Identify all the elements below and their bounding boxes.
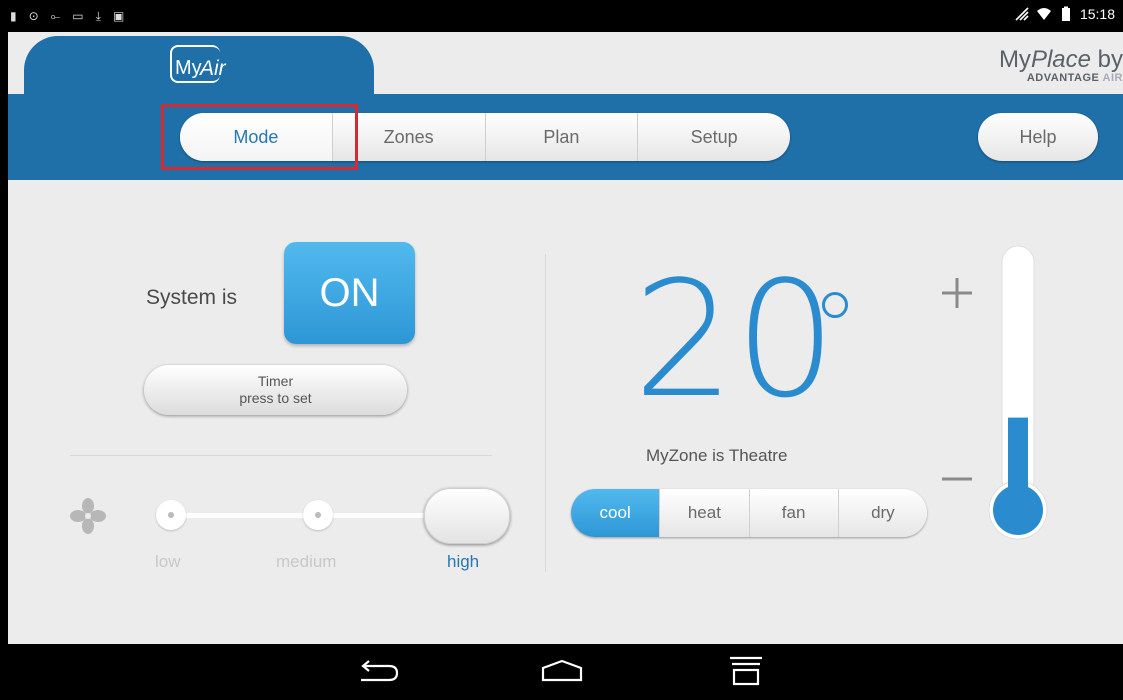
system-status-label: System is <box>146 286 238 309</box>
battery-icon <box>1061 6 1070 21</box>
degree-symbol <box>822 292 848 318</box>
notification-image-icon: ▣ <box>112 9 125 23</box>
power-button[interactable]: ON <box>284 242 415 344</box>
highlight-box <box>161 104 358 170</box>
timer-title: Timer <box>257 373 294 389</box>
thermometer-slider[interactable] <box>986 242 1050 542</box>
mode-cool[interactable]: cool <box>571 489 661 537</box>
system-nav-bar <box>0 644 1123 700</box>
zone-label: MyZone is Theatre <box>646 446 788 465</box>
tab-setup[interactable]: Setup <box>638 113 790 161</box>
divider <box>545 254 546 572</box>
wifi-icon <box>1036 8 1051 20</box>
status-bar: ▮ ⊙ ⟜ ▭ ⤓ ▣ 15:18 <box>0 0 1123 32</box>
notification-download-icon: ⤓ <box>95 9 101 23</box>
app-screen: My Air MyPlace by ADVANTAGE AIR Mode Zon… <box>8 32 1123 644</box>
notification-usb-icon: ⟜ <box>50 9 61 23</box>
home-icon[interactable] <box>539 658 585 684</box>
fan-speed-medium-label: medium <box>276 552 337 571</box>
myair-logo: My Air <box>170 45 226 83</box>
fan-speed-low-stop[interactable] <box>156 500 186 530</box>
notification-clock-icon: ⊙ <box>28 9 39 23</box>
minus-icon[interactable] <box>940 462 974 496</box>
no-signal-icon <box>1015 7 1029 21</box>
mode-heat[interactable]: heat <box>660 489 750 537</box>
mode-selector: cool heat fan dry <box>571 489 927 537</box>
notification-icons: ▮ ⊙ ⟜ ▭ ⤓ ▣ <box>10 7 124 25</box>
fan-speed-high-label: high <box>447 552 480 571</box>
back-icon[interactable] <box>355 660 401 684</box>
recents-icon[interactable] <box>726 656 766 686</box>
temperature-display: 20 <box>633 246 837 433</box>
brand-tab: My Air <box>24 36 374 96</box>
timer-subtitle: press to set <box>239 390 312 406</box>
mode-fan[interactable]: fan <box>750 489 839 537</box>
fan-icon <box>70 498 106 534</box>
tab-plan[interactable]: Plan <box>486 113 639 161</box>
status-clock: 15:18 <box>1079 6 1115 22</box>
notification-bar-icon: ▮ <box>10 9 17 23</box>
divider <box>70 455 492 456</box>
help-button[interactable]: Help <box>978 113 1098 161</box>
mode-dry[interactable]: dry <box>839 489 927 537</box>
plus-icon[interactable] <box>940 276 974 310</box>
notification-screenshot-icon: ▭ <box>72 9 84 23</box>
fan-speed-low-label: low <box>155 552 181 571</box>
timer-button[interactable]: Timer press to set <box>144 365 407 415</box>
fan-speed-slider-knob[interactable] <box>424 488 510 544</box>
fan-speed-medium-stop[interactable] <box>303 500 333 530</box>
myplace-logo: MyPlace by ADVANTAGE AIR <box>998 46 1123 84</box>
